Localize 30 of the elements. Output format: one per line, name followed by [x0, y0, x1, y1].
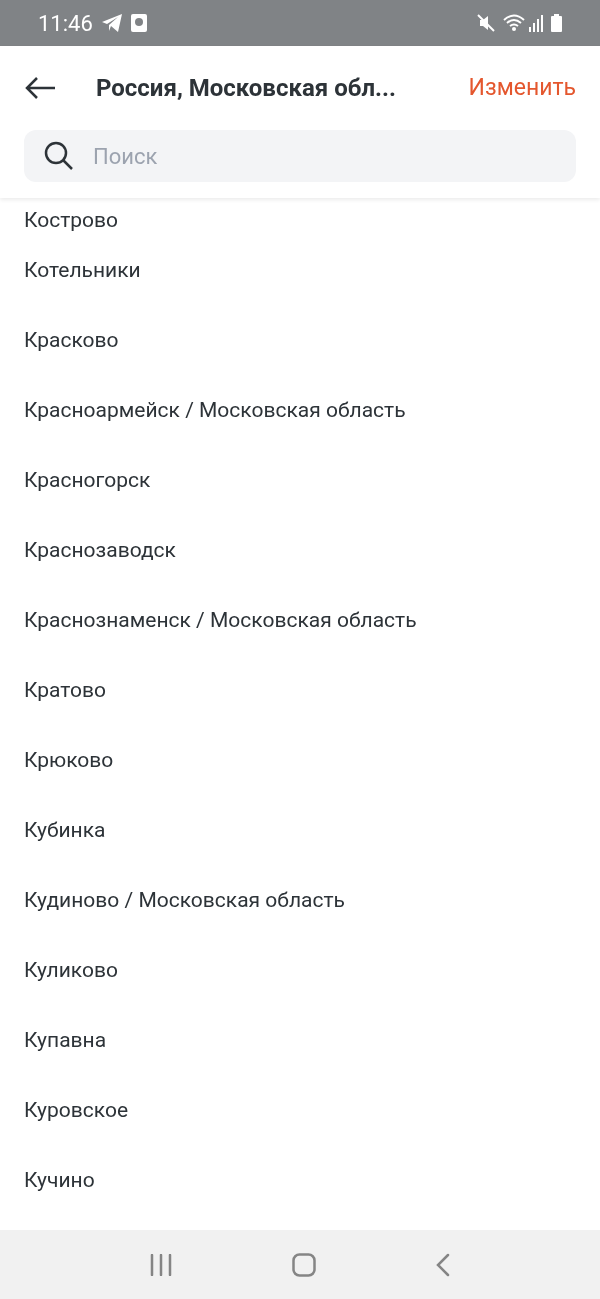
search-icon	[44, 141, 74, 171]
city-item[interactable]: Краснознаменск / Московская область	[24, 605, 417, 637]
signal-icon	[529, 14, 543, 32]
city-item[interactable]: Красноармейск / Московская область	[24, 395, 406, 427]
send-icon	[100, 13, 123, 33]
city-item[interactable]: Котельники	[24, 255, 141, 287]
mute-icon	[477, 14, 495, 32]
city-item[interactable]: Крюково	[24, 745, 114, 777]
city-item[interactable]: Кострово	[24, 204, 119, 236]
city-item[interactable]: Куровское	[24, 1095, 129, 1127]
city-item[interactable]: Кратово	[24, 675, 106, 707]
city-item[interactable]: Кучино	[24, 1165, 95, 1197]
city-item[interactable]: Купавна	[24, 1025, 107, 1057]
city-item[interactable]: Краснозаводск	[24, 535, 176, 567]
status-time: 11:46	[38, 9, 93, 38]
notification-icon	[130, 14, 147, 32]
search-field[interactable]: Поиск	[24, 130, 576, 182]
recent-apps-icon[interactable]	[150, 1253, 172, 1276]
city-item[interactable]: Кудиново / Московская область	[24, 885, 345, 917]
city-item[interactable]: Красково	[24, 325, 119, 357]
wifi-icon	[503, 14, 525, 32]
home-icon[interactable]	[292, 1252, 316, 1277]
city-item[interactable]: Красногорск	[24, 465, 151, 497]
edit-link[interactable]: Изменить	[468, 70, 576, 106]
city-item[interactable]: Кубинка	[24, 815, 106, 847]
back-icon[interactable]	[436, 1252, 450, 1277]
header-title: Россия, Московская обл...	[96, 73, 397, 104]
battery-icon	[551, 14, 562, 32]
back-arrow-icon[interactable]	[24, 76, 56, 100]
city-item[interactable]: Куликово	[24, 955, 118, 987]
